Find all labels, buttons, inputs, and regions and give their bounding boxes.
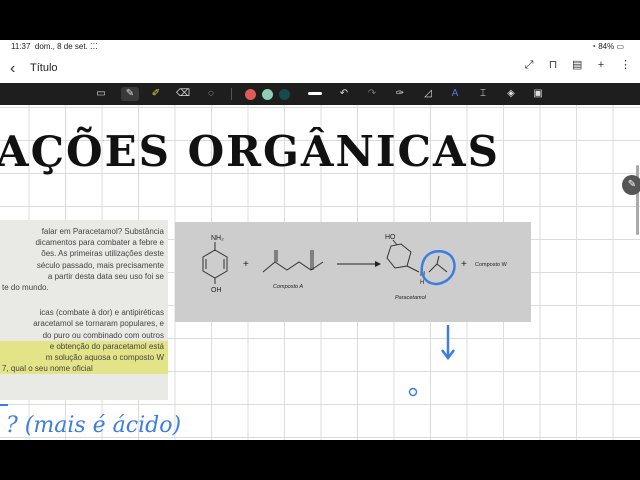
blue-arrow-annotation <box>441 325 455 361</box>
text-line: aracetamol se tornaram populares, e <box>33 319 164 329</box>
keyboard-icon[interactable]: ▭ <box>94 87 108 101</box>
color-red-swatch[interactable] <box>245 89 256 100</box>
blue-stroke-mark <box>0 404 8 406</box>
highlighted-line: e obtenção do paracetamol está <box>0 340 168 353</box>
image-icon[interactable]: ▣ <box>531 87 545 101</box>
sticker-icon[interactable]: ◈ <box>504 87 518 101</box>
highlighter-icon[interactable]: ✐ <box>149 87 163 101</box>
shape-pen-icon[interactable]: ✑ <box>393 87 407 101</box>
status-bar: 11:37 dom., 8 de set. ⁚⁚⁚ ◔ 84% ▭ <box>0 40 640 53</box>
text-line: falar em Paracetamol? Substância <box>41 227 164 236</box>
battery-percent: 84% <box>598 42 615 51</box>
reaction-figure-image[interactable]: NH₂ OH + Composto A HO N H Paracetamol +… <box>175 222 531 322</box>
text-box-icon[interactable]: ⌶ <box>476 87 490 101</box>
shape-tool-icon[interactable]: ◿ <box>421 87 435 101</box>
wifi-icon: ◔ <box>591 42 596 51</box>
pen-tool-icon[interactable]: ✎ <box>121 87 139 101</box>
text-line: do puro ou combinado com outros <box>42 330 164 340</box>
composto-w-label: Composto W <box>475 262 508 268</box>
pages-icon[interactable]: ▤ <box>572 60 582 71</box>
oh-label: OH <box>211 287 222 294</box>
color-teal-swatch[interactable] <box>262 89 273 100</box>
paragraph-2: icas (combate à dor) e antipiréticas ara… <box>0 307 168 375</box>
aminophenol-structure <box>202 242 228 284</box>
undo-icon[interactable]: ↶ <box>337 87 351 101</box>
text-line: dicamentos para combater a febre e <box>35 238 164 248</box>
reaction-scheme: NH₂ OH + Composto A HO N H Paracetamol +… <box>202 234 508 301</box>
paracetamol-label: Paracetamol <box>395 295 427 301</box>
h-label: H <box>420 280 424 286</box>
text-tool-icon[interactable]: A <box>448 87 462 101</box>
anhydride-structure <box>262 250 324 273</box>
back-chevron-icon[interactable]: ‹ <box>10 60 15 78</box>
handwritten-note: ? (mais é ácido) <box>6 413 182 438</box>
paragraph-1: falar em Paracetamol? Substância dicamen… <box>0 226 168 293</box>
tool-bar: ▭ ✎ ✐ ⌫ ◌ ↶ ↷ ✑ ◿ A ⌶ ◈ ▣ <box>0 83 640 105</box>
composto-a-label: Composto A <box>273 284 303 290</box>
multitask-icon: ⁚⁚⁚ <box>90 42 98 51</box>
lasso-icon[interactable]: ◌ <box>204 87 218 101</box>
title-bar: ‹ Título ⤢ ⊓ ▤ + ⋮ <box>0 53 640 85</box>
highlighted-line: 7, qual o seu nome oficial <box>0 363 168 375</box>
divider <box>231 88 232 100</box>
more-options-icon[interactable]: ⋮ <box>620 60 631 71</box>
pasted-text-image[interactable]: falar em Paracetamol? Substância dicamen… <box>0 220 168 400</box>
battery-icon: ▭ <box>616 42 624 51</box>
redo-icon[interactable]: ↷ <box>365 87 379 101</box>
status-right: ◔ 84% ▭ <box>591 42 624 51</box>
document-title[interactable]: Título <box>30 62 58 74</box>
bookmark-icon[interactable]: ⊓ <box>548 60 558 71</box>
blue-circle-annotation <box>420 249 456 286</box>
edit-pencil-icon[interactable]: ✎ <box>622 175 640 195</box>
pen-cursor-icon <box>408 387 418 397</box>
status-left: 11:37 dom., 8 de set. ⁚⁚⁚ <box>11 42 98 51</box>
paracetamol-structure <box>386 239 448 273</box>
text-line: te do mundo. <box>2 283 49 293</box>
expand-icon[interactable]: ⤢ <box>524 60 534 71</box>
add-page-icon[interactable]: + <box>596 60 606 71</box>
text-line: século passado, mais precisamente <box>36 260 164 270</box>
clock: 11:37 <box>11 42 31 51</box>
plus-sign: + <box>243 259 249 270</box>
title-actions: ⤢ ⊓ ▤ + ⋮ <box>524 60 631 71</box>
plus-sign-2: + <box>461 259 467 270</box>
text-line: a partir desta data seu uso foi se <box>47 271 164 281</box>
nh2-label: NH₂ <box>211 235 224 242</box>
ho-label: HO <box>385 234 396 241</box>
highlighted-line: m solução aquosa o composto W <box>0 352 168 364</box>
stroke-width-icon[interactable] <box>308 92 322 95</box>
text-line: icas (combate à dor) e antipiréticas <box>39 308 165 318</box>
app-window: 11:37 dom., 8 de set. ⁚⁚⁚ ◔ 84% ▭ ‹ Títu… <box>0 40 640 440</box>
page-heading: AÇÕES ORGÂNICAS <box>0 127 500 176</box>
eraser-icon[interactable]: ⌫ <box>176 87 190 101</box>
note-canvas[interactable]: AÇÕES ORGÂNICAS falar em Paracetamol? Su… <box>0 105 640 440</box>
date: dom., 8 de set. <box>34 42 88 51</box>
text-line: ões. As primeiras utilizações deste <box>41 249 164 259</box>
arrow-head <box>375 261 381 267</box>
color-dark-swatch[interactable] <box>279 89 290 100</box>
